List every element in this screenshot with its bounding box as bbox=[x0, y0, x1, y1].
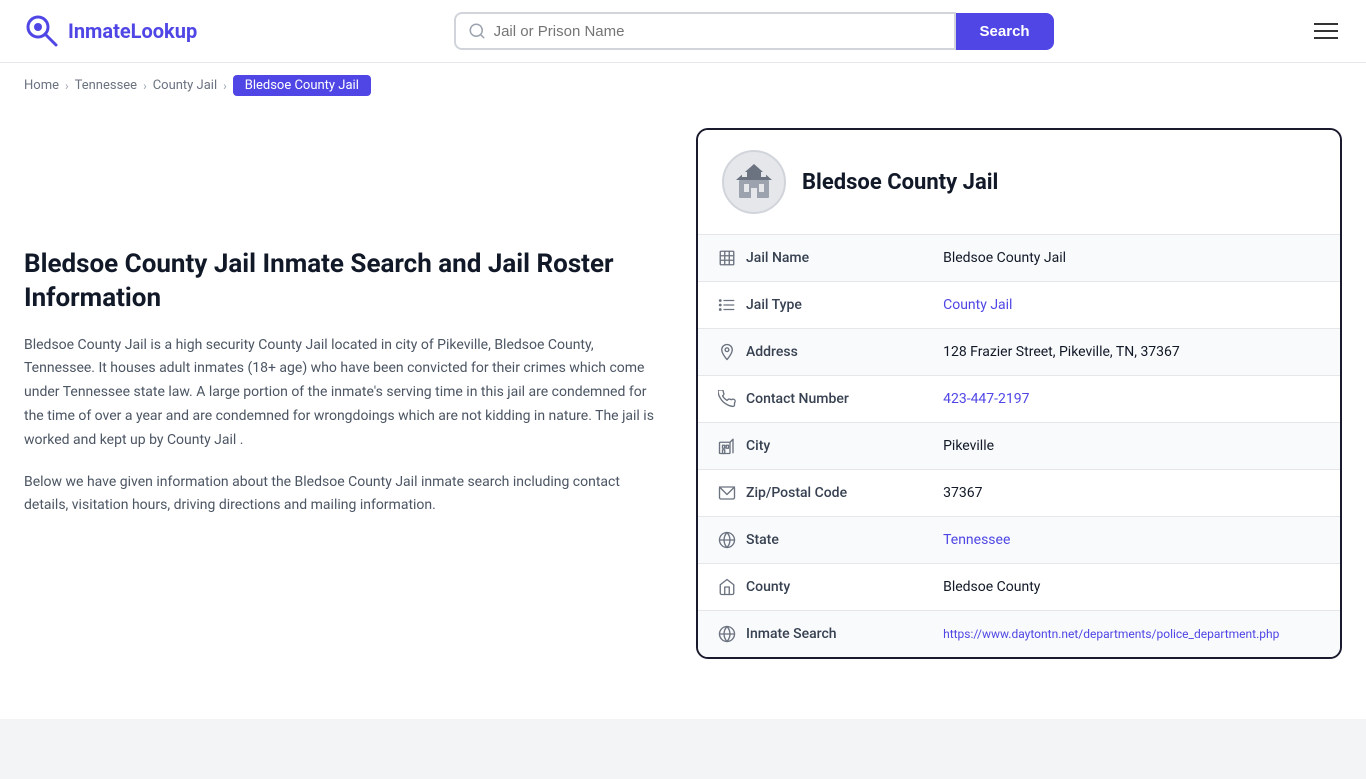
label-inmate-search: Inmate Search bbox=[718, 625, 923, 643]
breadcrumb-sep-3: › bbox=[223, 79, 227, 93]
breadcrumb: Home › Tennessee › County Jail › Bledsoe… bbox=[0, 63, 1366, 108]
building-icon bbox=[718, 249, 736, 267]
description-2: Below we have given information about th… bbox=[24, 471, 664, 519]
label-contact: Contact Number bbox=[718, 390, 923, 408]
table-row: Jail Name Bledsoe County Jail bbox=[698, 235, 1340, 282]
label-zip: Zip/Postal Code bbox=[718, 484, 923, 502]
logo-text: InmateLookup bbox=[68, 19, 197, 43]
table-row: City Pikeville bbox=[698, 423, 1340, 470]
value-jail-name: Bledsoe County Jail bbox=[943, 235, 1340, 282]
mail-icon bbox=[718, 484, 736, 502]
globe-icon bbox=[718, 531, 736, 549]
county-icon bbox=[718, 578, 736, 596]
table-row: Address 128 Frazier Street, Pikeville, T… bbox=[698, 329, 1340, 376]
table-row: State Tennessee bbox=[698, 517, 1340, 564]
globe2-icon bbox=[718, 625, 736, 643]
search-icon bbox=[468, 22, 486, 40]
value-jail-type: County Jail bbox=[943, 282, 1340, 329]
description-1: Bledsoe County Jail is a high security C… bbox=[24, 334, 664, 453]
label-address: Address bbox=[718, 343, 923, 361]
city-icon bbox=[718, 437, 736, 455]
label-city: City bbox=[718, 437, 923, 455]
info-table: Jail Name Bledsoe County Jail Jail Ty bbox=[698, 234, 1340, 657]
value-county: Bledsoe County bbox=[943, 564, 1340, 611]
breadcrumb-tennessee[interactable]: Tennessee bbox=[75, 78, 137, 93]
table-row: County Bledsoe County bbox=[698, 564, 1340, 611]
left-panel: Bledsoe County Jail Inmate Search and Ja… bbox=[24, 128, 664, 659]
search-bar: Search bbox=[454, 12, 1054, 50]
logo-link[interactable]: InmateLookup bbox=[24, 13, 197, 49]
state-link[interactable]: Tennessee bbox=[943, 532, 1010, 548]
card-header: Bledsoe County Jail bbox=[698, 130, 1340, 234]
info-card: Bledsoe County Jail Jail Name Bledsoe Co… bbox=[696, 128, 1342, 659]
value-city: Pikeville bbox=[943, 423, 1340, 470]
footer-bar bbox=[0, 719, 1366, 779]
breadcrumb-county-jail[interactable]: County Jail bbox=[153, 78, 217, 93]
phone-icon bbox=[718, 390, 736, 408]
breadcrumb-sep-2: › bbox=[143, 79, 147, 93]
label-county: County bbox=[718, 578, 923, 596]
table-row: Contact Number 423-447-2197 bbox=[698, 376, 1340, 423]
label-state: State bbox=[718, 531, 923, 549]
main-content: Bledsoe County Jail Inmate Search and Ja… bbox=[0, 108, 1366, 699]
avatar bbox=[722, 150, 786, 214]
header: InmateLookup Search bbox=[0, 0, 1366, 63]
breadcrumb-sep-1: › bbox=[65, 79, 69, 93]
card-title: Bledsoe County Jail bbox=[802, 170, 998, 195]
search-input-wrapper bbox=[454, 12, 956, 50]
jail-avatar-icon bbox=[734, 162, 774, 202]
pin-icon bbox=[718, 343, 736, 361]
list-icon bbox=[718, 296, 736, 314]
breadcrumb-current: Bledsoe County Jail bbox=[233, 75, 371, 96]
logo-icon bbox=[24, 13, 60, 49]
table-row: Jail Type County Jail bbox=[698, 282, 1340, 329]
label-jail-type: Jail Type bbox=[718, 296, 923, 314]
jail-type-link[interactable]: County Jail bbox=[943, 297, 1012, 313]
hamburger-menu[interactable] bbox=[1310, 19, 1342, 43]
value-zip: 37367 bbox=[943, 470, 1340, 517]
breadcrumb-home[interactable]: Home bbox=[24, 78, 59, 93]
value-state: Tennessee bbox=[943, 517, 1340, 564]
table-row: Zip/Postal Code 37367 bbox=[698, 470, 1340, 517]
search-button[interactable]: Search bbox=[956, 13, 1054, 50]
value-address: 128 Frazier Street, Pikeville, TN, 37367 bbox=[943, 329, 1340, 376]
value-inmate-search: https://www.daytontn.net/departments/pol… bbox=[943, 611, 1340, 658]
value-contact: 423-447-2197 bbox=[943, 376, 1340, 423]
search-input[interactable] bbox=[494, 23, 942, 40]
inmate-search-link[interactable]: https://www.daytontn.net/departments/pol… bbox=[943, 627, 1279, 641]
right-panel: Bledsoe County Jail Jail Name Bledsoe Co… bbox=[696, 128, 1342, 659]
page-title: Bledsoe County Jail Inmate Search and Ja… bbox=[24, 248, 664, 316]
phone-link[interactable]: 423-447-2197 bbox=[943, 391, 1029, 407]
label-jail-name: Jail Name bbox=[718, 249, 923, 267]
table-row: Inmate Search https://www.daytontn.net/d… bbox=[698, 611, 1340, 658]
